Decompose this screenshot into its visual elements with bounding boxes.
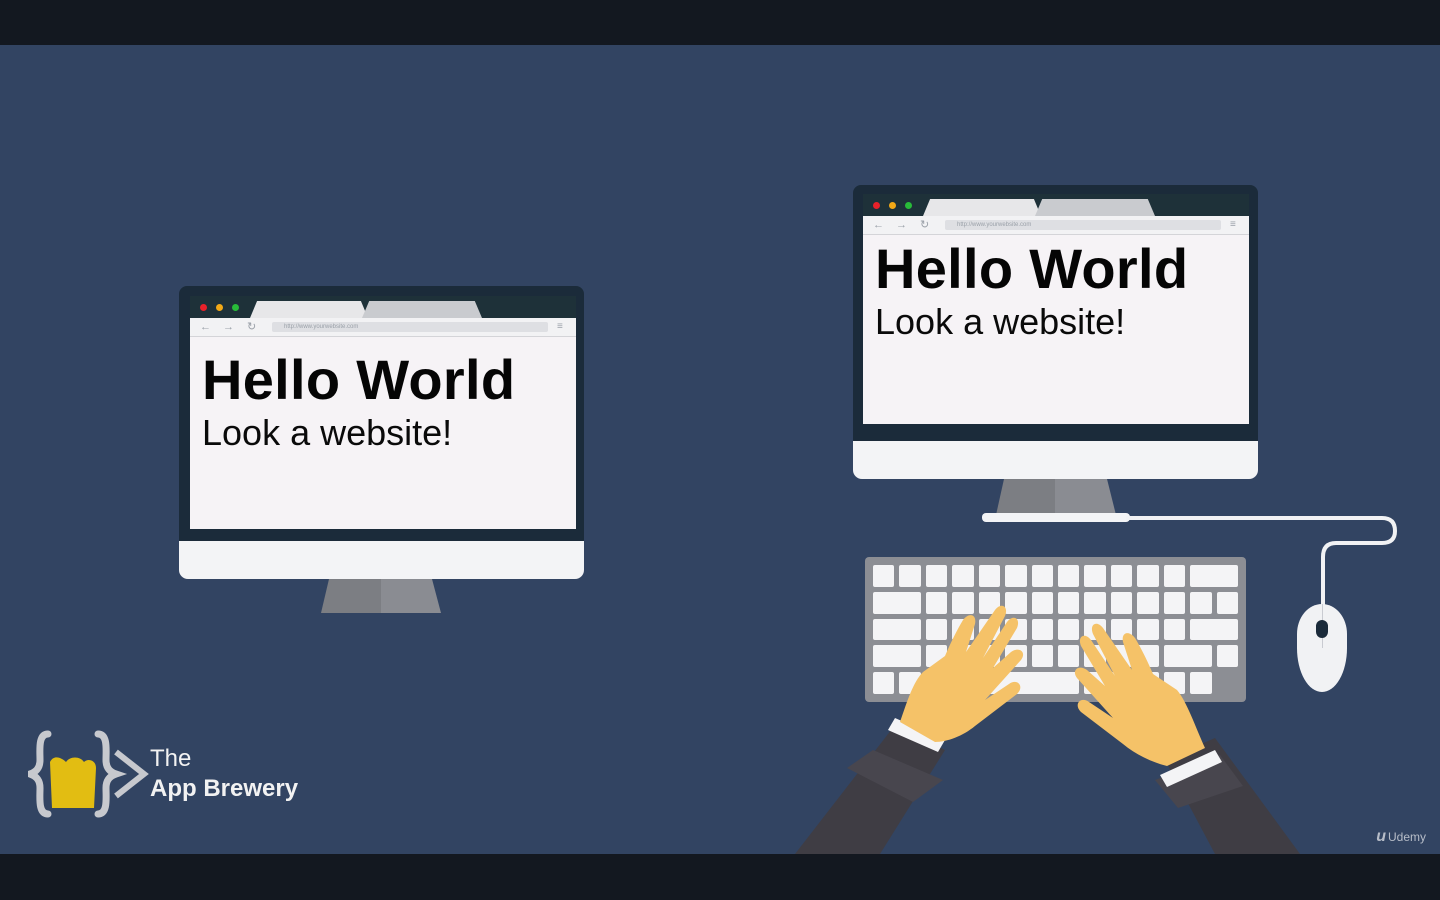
key xyxy=(1110,565,1133,587)
maximize-dot[interactable] xyxy=(905,202,912,209)
browser-titlebar xyxy=(863,194,1249,216)
back-arrow-icon[interactable]: ← xyxy=(200,320,211,334)
minimize-dot[interactable] xyxy=(216,304,223,311)
video-frame: ← → ↻ http://www.yourwebsite.com ≡ Hello… xyxy=(0,45,1440,854)
monitor-stand-right xyxy=(996,479,1116,515)
browser-window: ← → ↻ http://www.yourwebsite.com ≡ Hello… xyxy=(190,296,576,529)
monitor-chin xyxy=(853,441,1258,479)
browser-toolbar: ← → ↻ http://www.yourwebsite.com ≡ xyxy=(190,318,576,337)
forward-arrow-icon[interactable]: → xyxy=(223,320,234,334)
forward-arrow-icon[interactable]: → xyxy=(896,218,907,232)
minimize-dot[interactable] xyxy=(889,202,896,209)
logo-text-the: The xyxy=(150,745,192,772)
monitor-base-right xyxy=(982,513,1130,522)
browser-window: ← → ↻ http://www.yourwebsite.com ≡ Hello… xyxy=(863,194,1249,424)
hamburger-menu-icon[interactable]: ≡ xyxy=(1230,219,1236,231)
key xyxy=(1058,565,1080,587)
tab-active[interactable] xyxy=(250,301,368,318)
reload-icon[interactable]: ↻ xyxy=(247,320,256,334)
mouse-wheel xyxy=(1316,620,1328,638)
tab-active[interactable] xyxy=(923,199,1041,216)
key xyxy=(1031,565,1053,587)
page-paragraph: Look a website! xyxy=(202,412,453,453)
key xyxy=(873,565,895,587)
monitor-left: ← → ↻ http://www.yourwebsite.com ≡ Hello… xyxy=(179,286,584,616)
monitor-stand-left xyxy=(321,579,441,613)
close-dot[interactable] xyxy=(200,304,207,311)
hamburger-menu-icon[interactable]: ≡ xyxy=(557,321,563,333)
udemy-text: Udemy xyxy=(1387,830,1426,844)
key xyxy=(1163,565,1186,587)
udemy-logo-icon: u xyxy=(1376,828,1386,845)
key xyxy=(899,565,921,587)
monitor-right: ← → ↻ http://www.yourwebsite.com ≡ Hello… xyxy=(853,185,1258,485)
key xyxy=(1190,565,1238,587)
udemy-watermark: u Udemy xyxy=(1376,828,1426,846)
maximize-dot[interactable] xyxy=(232,304,239,311)
monitor-chin xyxy=(179,541,584,579)
mouse xyxy=(1297,604,1347,692)
key xyxy=(952,565,974,587)
tab-inactive[interactable] xyxy=(362,301,482,318)
letterbox-top xyxy=(0,0,1440,45)
app-brewery-logo: The App Brewery xyxy=(28,728,328,823)
back-arrow-icon[interactable]: ← xyxy=(873,218,884,232)
browser-titlebar xyxy=(190,296,576,318)
key xyxy=(1005,565,1027,587)
browser-toolbar: ← → ↻ http://www.yourwebsite.com ≡ xyxy=(863,216,1249,235)
reload-icon[interactable]: ↻ xyxy=(920,218,929,232)
tab-inactive[interactable] xyxy=(1035,199,1155,216)
page-paragraph: Look a website! xyxy=(875,301,1126,342)
key xyxy=(978,565,1001,587)
letterbox-bottom xyxy=(0,854,1440,900)
page-heading: Hello World xyxy=(202,348,516,411)
address-bar[interactable]: http://www.yourwebsite.com xyxy=(272,322,548,332)
address-bar[interactable]: http://www.yourwebsite.com xyxy=(945,220,1221,230)
page-heading: Hello World xyxy=(875,237,1189,300)
typing-hands xyxy=(795,605,1300,854)
beer-braces-icon xyxy=(28,730,149,818)
key xyxy=(925,565,948,587)
logo-text-name: App Brewery xyxy=(150,775,299,802)
key xyxy=(1137,565,1159,587)
key xyxy=(1084,565,1106,587)
close-dot[interactable] xyxy=(873,202,880,209)
